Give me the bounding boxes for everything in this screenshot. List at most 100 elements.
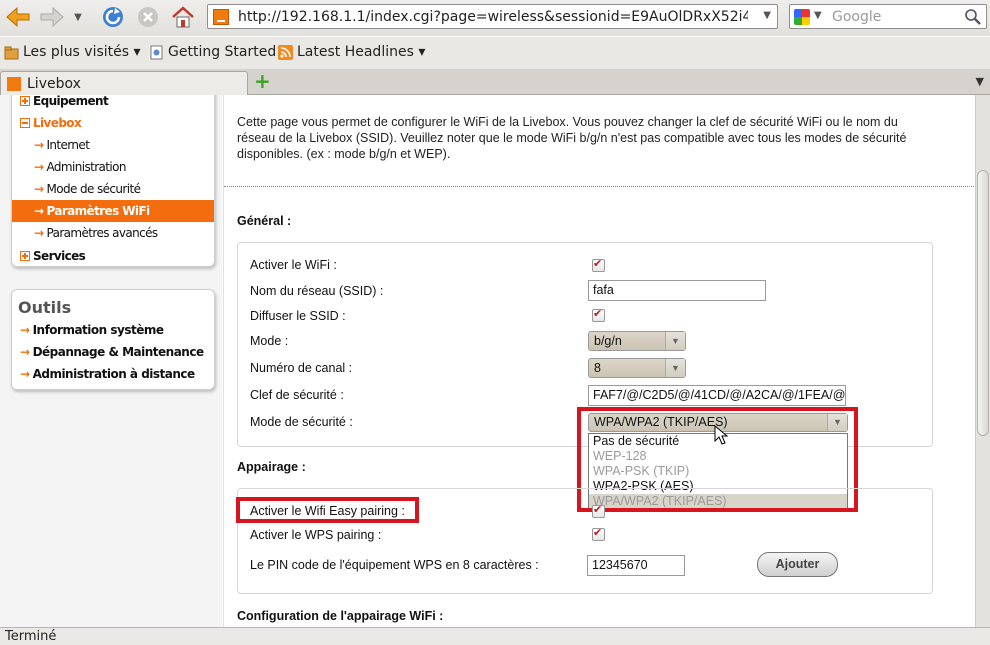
intro-text: Cette page vous permet de configurer le … bbox=[237, 115, 907, 161]
search-icon[interactable] bbox=[964, 8, 982, 26]
mode-value: b/g/n bbox=[594, 334, 622, 348]
search-bar[interactable]: ▼ Google bbox=[789, 4, 987, 29]
bookmark-getting-started[interactable]: Getting Started bbox=[149, 44, 276, 60]
tools-item-label: Dépannage & Maintenance bbox=[32, 345, 205, 359]
tools-box: Outils → Information système → Dépannage &… bbox=[11, 289, 215, 390]
stop-button[interactable] bbox=[134, 4, 162, 30]
ssid-input[interactable]: fafa bbox=[588, 280, 766, 301]
status-bar: Terminé bbox=[0, 627, 990, 645]
google-engine-icon[interactable] bbox=[794, 9, 810, 25]
arrow-right-icon: → bbox=[20, 367, 30, 381]
new-tab-plus-icon[interactable]: + bbox=[254, 71, 272, 91]
site-favicon bbox=[213, 9, 229, 25]
add-button[interactable]: Ajouter bbox=[757, 552, 838, 577]
reload-icon bbox=[103, 7, 123, 27]
sidebar-item-parametres-wifi[interactable]: → Paramètres WiFi bbox=[12, 200, 214, 222]
main-content: Cette page vous permet de configurer le … bbox=[223, 95, 976, 627]
scrollbar-thumb[interactable] bbox=[977, 170, 989, 436]
tab-livebox[interactable]: Livebox bbox=[0, 71, 248, 96]
sidebar-item-equipement[interactable]: Equipement bbox=[12, 95, 214, 112]
sidebar-item-label: Internet bbox=[46, 138, 90, 152]
arrow-right-icon: → bbox=[34, 204, 44, 218]
bookmarks-toolbar: Les plus visités ▾ Getting Started Lates… bbox=[0, 37, 990, 69]
easy-pairing-checkbox[interactable] bbox=[592, 503, 605, 518]
tab-title: Livebox bbox=[27, 76, 81, 92]
wifi-enable-label: Activer le WiFi : bbox=[250, 258, 337, 272]
forward-button[interactable] bbox=[38, 4, 66, 30]
mode-label: Mode : bbox=[250, 334, 289, 348]
tab-list-chevron-icon[interactable]: ▼ bbox=[976, 75, 984, 88]
sidebar-item-label: Equipement bbox=[33, 95, 109, 108]
sidebar-item-label: Paramètres avancés bbox=[46, 226, 158, 240]
wps-pairing-label: Activer le WPS pairing : bbox=[250, 528, 382, 542]
status-text: Terminé bbox=[5, 629, 57, 644]
security-key-input[interactable]: FAF7/@/C2D5/@/41CD/@/A2CA/@/1FEA/@ bbox=[588, 385, 846, 406]
back-arrow-icon bbox=[6, 6, 30, 28]
pairing-config-title: Configuration de l'appairage WiFi : bbox=[237, 609, 444, 623]
highlight-box-easy-pairing bbox=[236, 497, 419, 523]
wps-pairing-checkbox[interactable] bbox=[592, 526, 605, 541]
address-bar[interactable]: http://192.168.1.1/index.cgi?page=wirele… bbox=[207, 4, 778, 29]
home-button[interactable] bbox=[169, 4, 197, 30]
sidebar-item-label: Livebox bbox=[33, 116, 82, 130]
wps-pin-input[interactable]: 12345670 bbox=[587, 555, 685, 576]
channel-value: 8 bbox=[594, 361, 601, 375]
arrow-right-icon: → bbox=[20, 323, 30, 337]
sidebar-menu: Equipement Livebox → Internet → Administ… bbox=[11, 95, 215, 267]
url-text: http://192.168.1.1/index.cgi?page=wirele… bbox=[238, 9, 748, 25]
tools-title: Outils bbox=[18, 298, 72, 317]
channel-label: Numéro de canal : bbox=[250, 361, 353, 375]
expand-plus-icon bbox=[20, 96, 30, 106]
security-mode-label: Mode de sécurité : bbox=[250, 415, 353, 429]
tools-item-depannage[interactable]: → Dépannage & Maintenance bbox=[20, 345, 204, 359]
wps-pin-label: Le PIN code de l'équipement WPS en 8 car… bbox=[250, 558, 539, 572]
back-button[interactable] bbox=[4, 4, 32, 30]
pairing-section-title: Appairage : bbox=[237, 460, 306, 474]
bookmark-latest-headlines[interactable]: Latest Headlines ▾ bbox=[278, 44, 425, 60]
page-scrollbar[interactable] bbox=[975, 95, 990, 627]
page-icon bbox=[150, 45, 163, 59]
channel-select[interactable]: 8 ▼ bbox=[588, 358, 686, 378]
collapse-minus-icon bbox=[20, 118, 30, 128]
sidebar-item-label: Administration bbox=[46, 160, 126, 174]
bookmark-most-visited[interactable]: Les plus visités ▾ bbox=[4, 44, 141, 60]
chevron-down-icon: ▼ bbox=[665, 332, 685, 350]
mode-select[interactable]: b/g/n ▼ bbox=[588, 331, 686, 351]
general-section-title: Général : bbox=[237, 214, 292, 228]
arrow-right-icon: → bbox=[20, 345, 30, 359]
tools-item-label: Information système bbox=[32, 323, 164, 337]
chevron-down-icon: ▼ bbox=[665, 359, 685, 377]
tab-strip: Livebox + ▼ bbox=[0, 69, 990, 96]
sidebar-item-services[interactable]: Services bbox=[12, 245, 214, 267]
tools-item-label: Administration à distance bbox=[32, 367, 196, 381]
sidebar-item-label: Services bbox=[33, 249, 86, 263]
security-key-label: Clef de sécurité : bbox=[250, 388, 344, 402]
bookmark-label: Getting Started bbox=[168, 44, 277, 60]
left-column: Equipement Livebox → Internet → Administ… bbox=[0, 95, 222, 627]
sidebar-item-administration[interactable]: → Administration bbox=[12, 156, 214, 178]
sidebar-item-label: Mode de sécurité bbox=[46, 182, 141, 196]
rss-feed-icon bbox=[278, 44, 293, 60]
arrow-right-icon: → bbox=[34, 160, 44, 174]
sidebar-item-label: Paramètres WiFi bbox=[46, 204, 150, 218]
chevron-down-icon: ▼ bbox=[74, 11, 82, 23]
sidebar-item-livebox[interactable]: Livebox bbox=[12, 112, 214, 134]
expand-plus-icon bbox=[20, 251, 30, 261]
tools-item-admin-distance[interactable]: → Administration à distance bbox=[20, 367, 195, 381]
wifi-enable-checkbox[interactable] bbox=[592, 257, 605, 272]
bookmark-label: Latest Headlines ▾ bbox=[297, 44, 426, 60]
tools-item-info-systeme[interactable]: → Information système bbox=[20, 323, 164, 337]
reload-button[interactable] bbox=[99, 4, 127, 30]
broadcast-ssid-checkbox[interactable] bbox=[592, 307, 605, 322]
history-dropdown[interactable]: ▼ bbox=[68, 4, 88, 30]
stop-icon bbox=[138, 7, 158, 27]
arrow-right-icon: → bbox=[34, 182, 44, 196]
search-placeholder: Google bbox=[832, 9, 882, 25]
sidebar-item-internet[interactable]: → Internet bbox=[12, 134, 214, 156]
chevron-down-icon[interactable]: ▼ bbox=[814, 10, 822, 21]
sidebar-item-mode-securite[interactable]: → Mode de sécurité bbox=[12, 178, 214, 200]
ssid-label: Nom du réseau (SSID) : bbox=[250, 284, 384, 298]
sidebar-item-parametres-avances[interactable]: → Paramètres avancés bbox=[12, 222, 214, 244]
web-page: Equipement Livebox → Internet → Administ… bbox=[0, 95, 990, 627]
chevron-down-icon[interactable]: ▼ bbox=[763, 10, 771, 21]
